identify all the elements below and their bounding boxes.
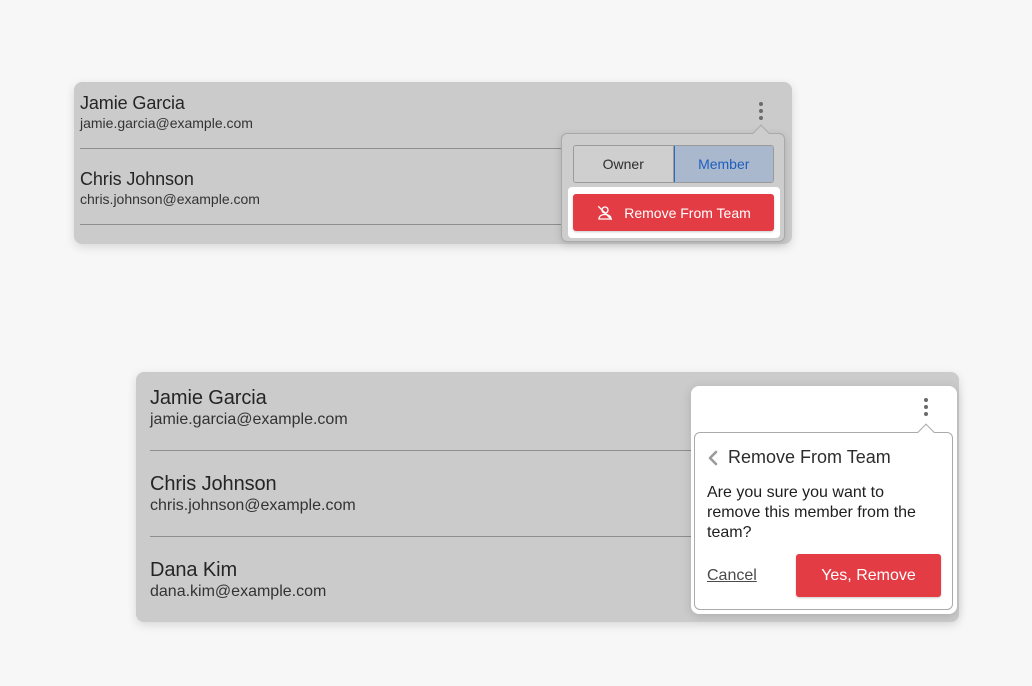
member-email: jamie.garcia@example.com	[80, 115, 253, 131]
more-options-icon[interactable]	[920, 396, 932, 418]
confirm-remove-popover: Remove From Team Are you sure you want t…	[694, 423, 953, 610]
row-divider	[150, 450, 695, 451]
stage: Jamie Garcia jamie.garcia@example.com Ch…	[0, 0, 1032, 686]
member-name: Jamie Garcia	[80, 93, 185, 113]
member-options-popover: Owner Member Remove From Team	[561, 124, 785, 242]
row-divider	[80, 148, 570, 149]
remove-from-team-label: Remove From Team	[624, 204, 751, 221]
remove-from-team-button[interactable]: Remove From Team	[573, 194, 774, 231]
user-remove-icon	[597, 205, 613, 220]
confirm-message: Are you sure you want to remove this mem…	[707, 484, 916, 541]
member-row: Jamie Garcia jamie.garcia@example.com	[80, 92, 792, 132]
role-segmented-control: Owner Member	[573, 145, 774, 183]
popover-title: Remove From Team	[728, 447, 891, 467]
cancel-link[interactable]: Cancel	[707, 567, 757, 585]
row-divider	[150, 536, 695, 537]
role-owner-button[interactable]: Owner	[574, 146, 674, 182]
more-options-icon[interactable]	[755, 100, 767, 122]
yes-remove-button[interactable]: Yes, Remove	[796, 554, 941, 597]
row-divider	[80, 224, 570, 225]
role-member-button[interactable]: Member	[673, 146, 773, 182]
chevron-left-icon[interactable]	[707, 450, 719, 466]
